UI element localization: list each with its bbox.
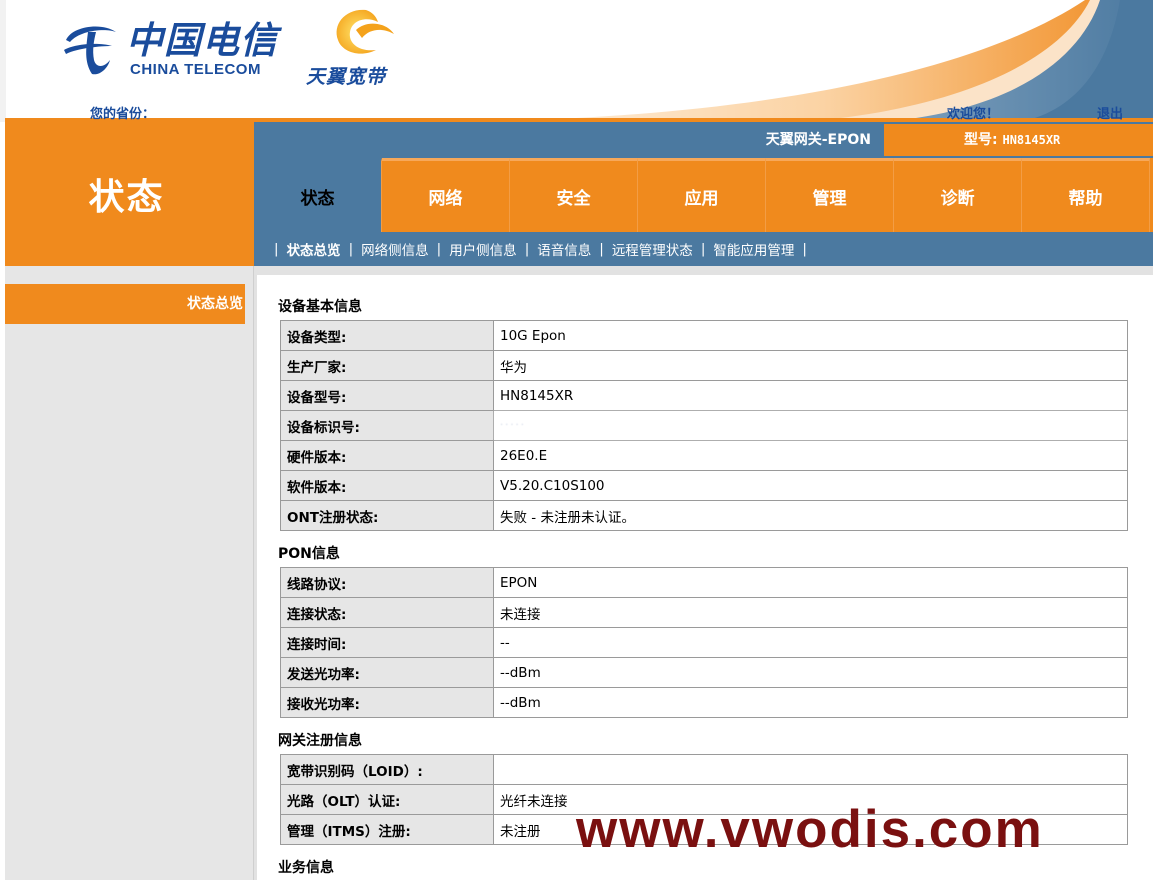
sidebar-item-status-overview[interactable]: 状态总览 [5, 284, 245, 324]
row-label: 软件版本: [280, 470, 494, 501]
row-label: 设备类型: [280, 320, 494, 351]
row-value: EPON [493, 567, 1128, 598]
row-label: 光路（OLT）认证: [280, 784, 494, 815]
table-row: 宽带识别码（LOID）: [280, 754, 1128, 785]
row-label: 设备型号: [280, 380, 494, 411]
row-label: 生产厂家: [280, 350, 494, 381]
tianyi-wings-icon [336, 9, 394, 54]
row-label: 设备标识号: [280, 410, 494, 441]
table-row: 设备型号: HN8145XR [280, 380, 1128, 411]
row-label: 宽带识别码（LOID）: [280, 754, 494, 785]
pon-info-table: 线路协议: EPON 连接状态: 未连接 连接时间: -- 发送光功率: --dBm 接… [280, 567, 1128, 718]
row-value: --dBm [493, 657, 1128, 688]
tab-help[interactable]: 帮助 [1022, 158, 1150, 232]
table-row: 设备标识号: ····· [280, 410, 1128, 441]
row-value [493, 754, 1128, 785]
subnav-separator: | [802, 241, 807, 257]
tab-diagnosis[interactable]: 诊断 [894, 158, 1022, 232]
main-tabs: 状态 网络 安全 应用 管理 诊断 帮助 [254, 158, 1153, 232]
table-row: ONT注册状态: 失败 - 未注册未认证。 [280, 500, 1128, 531]
row-label: 接收光功率: [280, 687, 494, 718]
row-value: -- [493, 627, 1128, 658]
subnav-user-side-info[interactable]: 用户侧信息 [449, 239, 517, 259]
row-label: ONT注册状态: [280, 500, 494, 531]
table-row: 线路协议: EPON [280, 567, 1128, 598]
gateway-registration-title: 网关注册信息 [278, 733, 362, 749]
subnav-separator: | [599, 241, 604, 257]
row-value: 未连接 [493, 597, 1128, 628]
subnav-separator: | [700, 241, 706, 257]
subnav-voice-info[interactable]: 语音信息 [537, 239, 591, 259]
table-row: 生产厂家: 华为 [280, 350, 1128, 381]
subnav-separator: | [436, 241, 442, 257]
watermark-text: www.vwodis.com [576, 800, 1044, 859]
china-telecom-emblem-icon [64, 26, 116, 75]
row-label: 硬件版本: [280, 440, 494, 471]
device-info-table: 设备类型: 10G Epon 生产厂家: 华为 设备型号: HN8145XR 设备标识… [280, 320, 1128, 531]
main-content: 设备基本信息 设备类型: 10G Epon 生产厂家: 华为 设备型号: HN8145… [254, 266, 1153, 880]
tianyi-broadband-logo: 天翼宽带 [306, 6, 416, 88]
subnav-separator: | [274, 241, 279, 257]
table-row: 连接状态: 未连接 [280, 597, 1128, 628]
subnav-smart-app-mgmt[interactable]: 智能应用管理 [713, 239, 794, 259]
row-value: HN8145XR [493, 380, 1128, 411]
brand-name-cn: 中国电信 [126, 18, 278, 62]
row-label: 连接状态: [280, 597, 494, 628]
device-info-title: 设备基本信息 [278, 299, 362, 315]
sub-navigation: | 状态总览 | 网络侧信息 | 用户侧信息 | 语音信息 | 远程管理状态 |… [254, 232, 1153, 266]
brand-name-en: CHINA TELECOM [130, 61, 261, 78]
row-value-redacted: ····· [493, 410, 1128, 441]
broadband-brand-text: 天翼宽带 [306, 66, 387, 88]
model-box: 型号: HN8145XR [884, 124, 1153, 156]
section-title-box: 状态 [5, 122, 254, 266]
subnav-remote-mgmt-status[interactable]: 远程管理状态 [612, 239, 693, 259]
row-value: --dBm [493, 687, 1128, 718]
province-label: 您的省份： [90, 107, 156, 122]
header-banner: 中国电信 CHINA TELECOM 天翼宽带 您的省份： 欢迎您！ 退出 [0, 0, 1153, 122]
row-label: 线路协议: [280, 567, 494, 598]
tab-application[interactable]: 应用 [638, 158, 766, 232]
row-label: 发送光功率: [280, 657, 494, 688]
tab-network[interactable]: 网络 [382, 158, 510, 232]
pon-info-title: PON信息 [278, 546, 340, 562]
service-info-title: 业务信息 [278, 860, 334, 876]
row-value: 失败 - 未注册未认证。 [493, 500, 1128, 531]
tab-management[interactable]: 管理 [766, 158, 894, 232]
tab-security[interactable]: 安全 [510, 158, 638, 232]
gateway-name: 天翼网关-EPON [765, 132, 871, 148]
table-row: 发送光功率: --dBm [280, 657, 1128, 688]
subnav-network-side-info[interactable]: 网络侧信息 [361, 239, 429, 259]
welcome-text: 欢迎您！ [947, 107, 1000, 122]
tab-status[interactable]: 状态 [254, 158, 382, 232]
gateway-info-strip: 天翼网关-EPON 型号: HN8145XR [254, 122, 1153, 158]
table-row: 硬件版本: 26E0.E [280, 440, 1128, 471]
row-value: 10G Epon [493, 320, 1128, 351]
table-row: 连接时间: -- [280, 627, 1128, 658]
row-label: 连接时间: [280, 627, 494, 658]
model-value: HN8145XR [1002, 133, 1061, 147]
china-telecom-logo: 中国电信 CHINA TELECOM [62, 18, 278, 78]
table-row: 接收光功率: --dBm [280, 687, 1128, 718]
table-row: 设备类型: 10G Epon [280, 320, 1128, 351]
row-value: V5.20.C10S100 [493, 470, 1128, 501]
left-sidebar: 状态总览 [5, 266, 254, 880]
table-row: 软件版本: V5.20.C10S100 [280, 470, 1128, 501]
subnav-status-overview[interactable]: 状态总览 [287, 239, 341, 259]
logout-link[interactable]: 退出 [1097, 103, 1123, 122]
section-title: 状态 [88, 177, 165, 218]
model-label: 型号: [964, 132, 998, 148]
row-value: 华为 [493, 350, 1128, 381]
subnav-separator: | [348, 241, 354, 257]
subnav-separator: | [524, 241, 530, 257]
row-label: 管理（ITMS）注册: [280, 814, 494, 845]
row-value: 26E0.E [493, 440, 1128, 471]
